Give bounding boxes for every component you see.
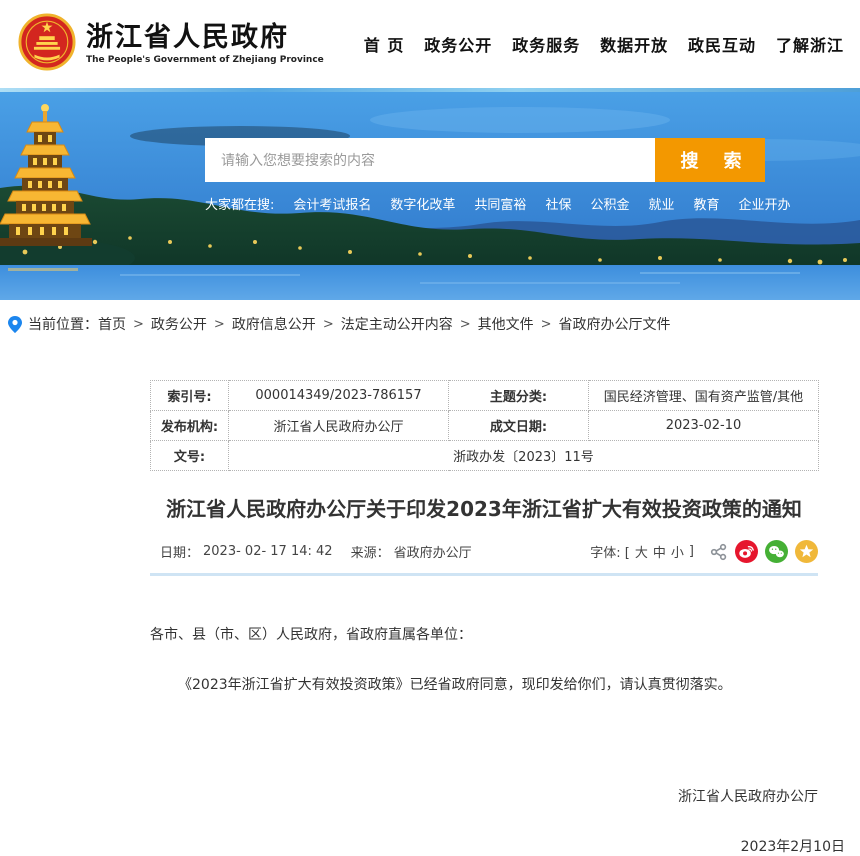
breadcrumb-separator: > <box>323 317 334 332</box>
breadcrumb-link[interactable]: 政府信息公开 <box>232 314 316 334</box>
breadcrumb-separator: > <box>214 317 225 332</box>
breadcrumb-separator: > <box>133 317 144 332</box>
font-control-prefix: 字体: [ <box>590 542 630 561</box>
meta-label-date: 成文日期: <box>449 411 589 441</box>
source-label: 来源： <box>351 542 390 561</box>
meta-label-issuer: 发布机构: <box>151 411 229 441</box>
nav-item-gov-disclosure[interactable]: 政务公开 <box>424 32 492 56</box>
meta-value-date: 2023-02-10 <box>589 411 819 441</box>
breadcrumb-link[interactable]: 法定主动公开内容 <box>341 314 453 334</box>
weibo-share-icon[interactable] <box>735 540 758 563</box>
breadcrumb-link[interactable]: 其他文件 <box>478 314 534 334</box>
hot-search-link[interactable]: 企业开办 <box>739 194 791 213</box>
breadcrumb: 当前位置： 首页 > 政务公开 > 政府信息公开 > 法定主动公开内容 > 其他… <box>0 300 860 344</box>
site-subtitle: The People's Government of Zhejiang Prov… <box>86 55 324 65</box>
source-value: 省政府办公厅 <box>394 542 472 561</box>
meta-label-docnumber: 文号: <box>151 441 229 471</box>
hot-search-link[interactable]: 公积金 <box>590 194 629 213</box>
qzone-share-icon[interactable] <box>795 540 818 563</box>
search-button[interactable]: 搜 索 <box>655 138 765 182</box>
breadcrumb-separator: > <box>460 317 471 332</box>
table-row: 发布机构: 浙江省人民政府办公厅 成文日期: 2023-02-10 <box>151 411 819 441</box>
signature-block: 浙江省人民政府办公厅 2023年2月10日 <box>150 786 818 856</box>
breadcrumb-label: 当前位置： <box>28 314 98 334</box>
nav-item-gov-services[interactable]: 政务服务 <box>512 32 580 56</box>
share-icon[interactable] <box>710 543 728 561</box>
wechat-share-icon[interactable] <box>765 540 788 563</box>
breadcrumb-link-home[interactable]: 首页 <box>98 314 126 334</box>
hot-search-row: 大家都在搜: 会计考试报名 数字化改革 共同富裕 社保 公积金 就业 教育 企业… <box>205 194 825 213</box>
meta-value-category: 国民经济管理、国有资产监管/其他 <box>589 381 819 411</box>
nav-item-home[interactable]: 首 页 <box>364 32 405 56</box>
table-row: 索引号: 000014349/2023-786157 主题分类: 国民经济管理、… <box>151 381 819 411</box>
meta-label-index: 索引号: <box>151 381 229 411</box>
hero-banner: 搜 索 大家都在搜: 会计考试报名 数字化改革 共同富裕 社保 公积金 就业 教… <box>0 88 860 300</box>
breadcrumb-link-current[interactable]: 省政府办公厅文件 <box>559 314 671 334</box>
paragraph-salutation: 各市、县（市、区）人民政府，省政府直属各单位： <box>150 624 818 648</box>
hot-search-label: 大家都在搜: <box>205 194 274 213</box>
national-emblem-icon <box>18 13 76 75</box>
breadcrumb-separator: > <box>541 317 552 332</box>
meta-value-issuer: 浙江省人民政府办公厅 <box>229 411 449 441</box>
hot-search-link[interactable]: 数字化改革 <box>390 194 455 213</box>
document-body: 各市、县（市、区）人民政府，省政府直属各单位： 《2023年浙江省扩大有效投资政… <box>150 624 818 698</box>
hot-search-link[interactable]: 会计考试报名 <box>293 194 371 213</box>
nav-item-about-zhejiang[interactable]: 了解浙江 <box>776 32 844 56</box>
site-header: 浙江省人民政府 The People's Government of Zheji… <box>0 0 860 88</box>
search-bar: 搜 索 <box>205 138 765 182</box>
hot-search-link[interactable]: 共同富裕 <box>474 194 526 213</box>
paragraph-body: 《2023年浙江省扩大有效投资政策》已经省政府同意，现印发给你们，请认真贯彻落实… <box>150 674 818 698</box>
font-control-suffix: ] <box>689 544 694 559</box>
page-title: 浙江省人民政府办公厅关于印发2023年浙江省扩大有效投资政策的通知 <box>160 495 808 524</box>
document-meta-table: 索引号: 000014349/2023-786157 主题分类: 国民经济管理、… <box>150 380 819 471</box>
site-brand: 浙江省人民政府 The People's Government of Zheji… <box>18 13 324 75</box>
table-row: 文号: 浙政办发〔2023〕11号 <box>151 441 819 471</box>
location-pin-icon <box>8 316 22 333</box>
breadcrumb-link[interactable]: 政务公开 <box>151 314 207 334</box>
signature-issuer: 浙江省人民政府办公厅 <box>150 786 818 806</box>
hot-search-link[interactable]: 社保 <box>545 194 571 213</box>
nav-item-public-interaction[interactable]: 政民互动 <box>688 32 756 56</box>
content-divider <box>150 573 818 576</box>
signature-date: 2023年2月10日 <box>150 836 845 856</box>
main-nav: 首 页 政务公开 政务服务 数据开放 政民互动 了解浙江 <box>324 32 850 56</box>
font-size-large[interactable]: 大 <box>635 542 648 561</box>
article-meta-row: 日期： 2023- 02- 17 14: 42 来源： 省政府办公厅 字体: [… <box>150 540 818 563</box>
hot-search-link[interactable]: 教育 <box>693 194 719 213</box>
date-value: 2023- 02- 17 14: 42 <box>203 544 333 559</box>
meta-label-category: 主题分类: <box>449 381 589 411</box>
hot-search-link[interactable]: 就业 <box>648 194 674 213</box>
search-input[interactable] <box>205 138 655 182</box>
date-label: 日期： <box>160 542 199 561</box>
document-content: 索引号: 000014349/2023-786157 主题分类: 国民经济管理、… <box>150 380 818 856</box>
nav-item-open-data[interactable]: 数据开放 <box>600 32 668 56</box>
meta-value-index: 000014349/2023-786157 <box>229 381 449 411</box>
site-title: 浙江省人民政府 <box>86 23 324 53</box>
font-size-medium[interactable]: 中 <box>653 542 666 561</box>
font-size-small[interactable]: 小 <box>671 542 684 561</box>
meta-value-docnumber: 浙政办发〔2023〕11号 <box>229 441 819 471</box>
font-size-control: 字体: [ 大 中 小 ] <box>590 542 694 561</box>
